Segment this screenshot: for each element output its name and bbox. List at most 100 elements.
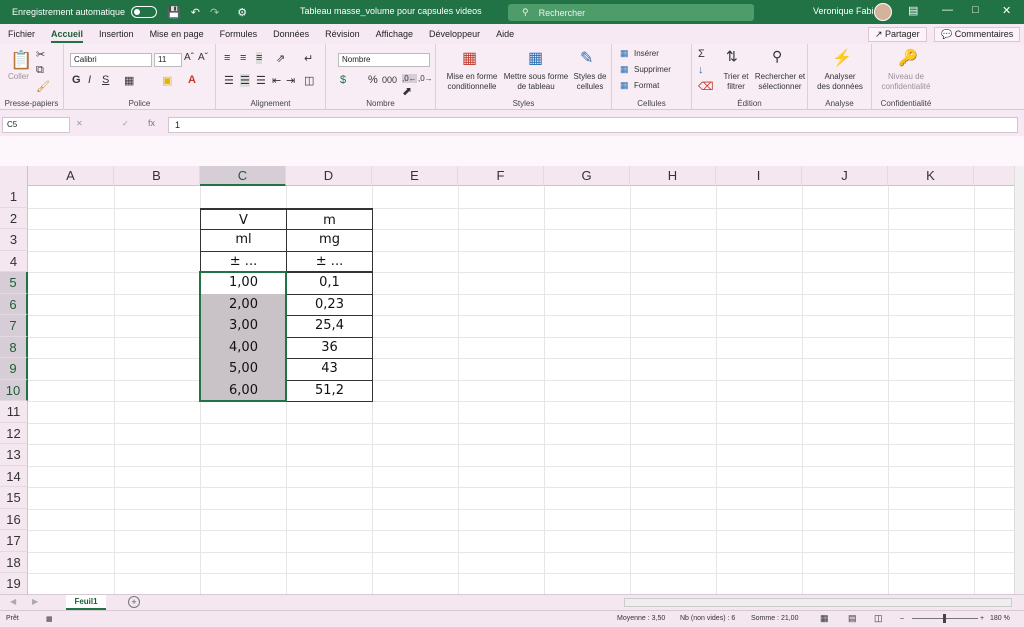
- align-top-icon[interactable]: ≡: [224, 52, 230, 64]
- select-all-corner[interactable]: [0, 166, 28, 186]
- increase-decimal-icon[interactable]: ,0←: [402, 74, 417, 83]
- align-bottom-icon[interactable]: ≡: [256, 52, 263, 64]
- cell-d2[interactable]: m: [286, 207, 373, 230]
- horizontal-scrollbar[interactable]: [624, 598, 1012, 607]
- borders-icon[interactable]: ▦: [124, 74, 134, 87]
- format-cells-button[interactable]: Format: [634, 81, 659, 91]
- increase-font-icon[interactable]: Aˆ: [184, 52, 194, 63]
- row-header-11[interactable]: 11: [0, 401, 28, 423]
- tab-formules[interactable]: Formules: [212, 24, 266, 44]
- analyze-data-button[interactable]: Analyser des données: [812, 72, 868, 92]
- number-format-select[interactable]: Nombre: [338, 53, 430, 67]
- name-box[interactable]: C5: [2, 117, 70, 133]
- row-header-15[interactable]: 15: [0, 487, 28, 509]
- bold-icon[interactable]: G: [72, 74, 81, 86]
- tab-insertion[interactable]: Insertion: [91, 24, 142, 44]
- zoom-in-icon[interactable]: +: [980, 615, 984, 622]
- share-button[interactable]: ↗ Partager: [868, 27, 927, 42]
- tab-revision[interactable]: Révision: [317, 24, 368, 44]
- search-box[interactable]: ⚲ Rechercher: [508, 4, 754, 21]
- insert-cells-button[interactable]: Insérer: [634, 49, 659, 59]
- align-left-icon[interactable]: ☰: [224, 74, 234, 87]
- row-header-12[interactable]: 12: [0, 422, 28, 444]
- cell-styles-icon[interactable]: ✎: [580, 48, 593, 68]
- row-header-14[interactable]: 14: [0, 465, 28, 487]
- cell-d7[interactable]: 25,4: [286, 315, 373, 338]
- close-icon[interactable]: ✕: [1002, 4, 1011, 17]
- tab-affichage[interactable]: Affichage: [368, 24, 421, 44]
- sort-filter-button[interactable]: Trier et filtrer: [720, 72, 752, 92]
- italic-icon[interactable]: I: [88, 74, 91, 86]
- cell-styles-button[interactable]: Styles de cellules: [570, 72, 610, 92]
- column-header-k[interactable]: K: [888, 166, 974, 186]
- autosave-toggle[interactable]: [131, 6, 158, 18]
- conditional-format-button[interactable]: Mise en forme conditionnelle: [442, 72, 502, 92]
- insert-cells-icon[interactable]: ▦: [620, 48, 629, 59]
- minimize-icon[interactable]: —: [942, 4, 953, 16]
- cell-d9[interactable]: 43: [286, 358, 373, 381]
- row-header-3[interactable]: 3: [0, 229, 28, 251]
- decrease-decimal-icon[interactable]: ,0→: [418, 74, 433, 83]
- cell-d8[interactable]: 36: [286, 336, 373, 359]
- decrease-font-icon[interactable]: Aˇ: [198, 52, 208, 63]
- clear-icon[interactable]: ⌫: [698, 80, 714, 93]
- document-title[interactable]: Tableau masse_volume pour capsules video…: [300, 6, 482, 16]
- font-name-select[interactable]: Calibri: [70, 53, 152, 67]
- sheet-next-icon[interactable]: ▶: [32, 597, 38, 606]
- cell-c6[interactable]: 2,00: [200, 293, 287, 316]
- comma-style-icon[interactable]: 000: [382, 75, 397, 85]
- row-header-8[interactable]: 8: [0, 336, 28, 358]
- sheet-tab-feuil1[interactable]: Feuil1: [66, 595, 106, 610]
- sensitivity-button[interactable]: Niveau de confidentialité: [876, 72, 936, 92]
- column-header-a[interactable]: A: [28, 166, 114, 186]
- row-header-1[interactable]: 1: [0, 186, 28, 208]
- spreadsheet-grid[interactable]: ABCDEFGHIJK 1 2 3 4 5 6 7 8 9 10 11 12 13 14 15 16 17 18 1…: [0, 166, 1014, 594]
- vertical-scrollbar[interactable]: [1014, 166, 1024, 594]
- save-icon[interactable]: 💾: [167, 6, 181, 19]
- wrap-text-icon[interactable]: ↵: [304, 52, 313, 65]
- merge-center-icon[interactable]: ◫: [304, 74, 314, 87]
- cell-c9[interactable]: 5,00: [200, 358, 287, 381]
- cell-c2[interactable]: V: [200, 207, 287, 230]
- add-sheet-icon[interactable]: +: [128, 596, 140, 608]
- cell-c5[interactable]: 1,00: [200, 272, 287, 295]
- row-header-6[interactable]: 6: [0, 293, 28, 315]
- column-header-e[interactable]: E: [372, 166, 458, 186]
- formula-input[interactable]: 1: [168, 117, 1018, 133]
- delete-cells-icon[interactable]: ▦: [620, 64, 629, 75]
- page-layout-view-icon[interactable]: ▤: [848, 613, 857, 624]
- decrease-indent-icon[interactable]: ⇤: [272, 74, 281, 87]
- underline-icon[interactable]: S: [102, 74, 109, 86]
- cell-c4[interactable]: ± ...: [200, 250, 287, 273]
- analyze-data-icon[interactable]: ⚡: [832, 48, 852, 68]
- find-select-button[interactable]: Rechercher et sélectionner: [752, 72, 808, 92]
- tab-accueil[interactable]: Accueil: [43, 24, 91, 44]
- row-header-17[interactable]: 17: [0, 530, 28, 552]
- paste-label[interactable]: Coller: [8, 72, 29, 82]
- ribbon-display-icon[interactable]: ▤: [908, 4, 918, 17]
- redo-icon[interactable]: ↷: [210, 6, 219, 19]
- cut-icon[interactable]: ✂: [36, 48, 45, 61]
- sensitivity-icon[interactable]: 🔑: [898, 48, 918, 68]
- format-cells-icon[interactable]: ▦: [620, 80, 629, 91]
- maximize-icon[interactable]: □: [972, 4, 979, 16]
- row-header-18[interactable]: 18: [0, 551, 28, 573]
- delete-cells-button[interactable]: Supprimer: [634, 65, 671, 75]
- cell-d10[interactable]: 51,2: [286, 379, 373, 402]
- user-name[interactable]: Veronique Fabi: [813, 6, 874, 16]
- row-header-10[interactable]: 10: [0, 379, 28, 401]
- row-header-9[interactable]: 9: [0, 358, 28, 380]
- autosum-icon[interactable]: Σ: [698, 48, 705, 60]
- zoom-out-icon[interactable]: –: [900, 615, 904, 622]
- column-header-g[interactable]: G: [544, 166, 630, 186]
- font-color-icon[interactable]: A: [188, 74, 196, 86]
- copy-icon[interactable]: ⧉: [36, 64, 44, 77]
- row-header-19[interactable]: 19: [0, 573, 28, 594]
- row-header-2[interactable]: 2: [0, 207, 28, 229]
- column-header-d[interactable]: D: [286, 166, 372, 186]
- row-header-16[interactable]: 16: [0, 508, 28, 530]
- accessibility-icon[interactable]: ▦: [46, 615, 53, 623]
- row-header-7[interactable]: 7: [0, 315, 28, 337]
- undo-icon[interactable]: ↶: [191, 6, 200, 19]
- align-right-icon[interactable]: ☰: [256, 74, 266, 87]
